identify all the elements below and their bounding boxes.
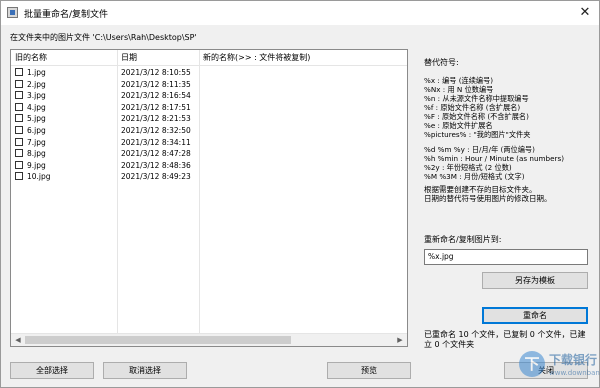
table-row[interactable]: 2.jpg 2021/3/12 8:11:35	[11, 79, 407, 91]
date-replacement-line: %d %m %y : 日/月/年 (两位编号)	[424, 145, 535, 154]
watermark-url: www.downbank.cn	[549, 369, 600, 377]
file-date: 2021/3/12 8:16:54	[121, 91, 191, 101]
file-date: 2021/3/12 8:17:51	[121, 102, 191, 112]
rename-pattern-input[interactable]: %x.jpg	[424, 249, 588, 265]
scrollbar-thumb[interactable]	[25, 336, 291, 344]
date-replacement-line: %h %min : Hour / Minute (as numbers)	[424, 154, 565, 163]
file-name: 10.jpg	[27, 172, 51, 182]
horizontal-scrollbar[interactable]: ◀ ▶	[11, 333, 407, 346]
file-date: 2021/3/12 8:48:36	[121, 160, 191, 170]
file-name: 7.jpg	[27, 137, 46, 147]
file-name: 5.jpg	[27, 114, 46, 124]
row-checkbox[interactable]	[15, 114, 23, 123]
column-header-new-name[interactable]: 新的名称(>> : 文件将被复制)	[203, 50, 403, 65]
replacement-symbols-title: 替代符号:	[424, 58, 459, 67]
table-row[interactable]: 3.jpg 2021/3/12 8:16:54	[11, 90, 407, 102]
replacement-line: %F : 原始文件名称 (不含扩展名)	[424, 112, 529, 121]
date-replacement-line: %2y : 年份短格式 (2 位数)	[424, 163, 512, 172]
row-checkbox[interactable]	[15, 172, 23, 181]
file-name: 9.jpg	[27, 160, 46, 170]
file-date: 2021/3/12 8:10:55	[121, 68, 191, 77]
scroll-right-icon[interactable]: ▶	[394, 334, 406, 346]
file-name: 1.jpg	[27, 68, 46, 77]
rename-button[interactable]: 重命名	[482, 307, 588, 324]
replacement-line: %n : 从未源文件名称中提取编号	[424, 94, 529, 103]
window-title: 批量重命名/复制文件	[24, 10, 109, 20]
replacement-line: %Nx : 用 N 位数编号	[424, 85, 494, 94]
watermark: 下 下载银行 www.downbank.cn	[519, 349, 600, 383]
table-row[interactable]: 6.jpg 2021/3/12 8:32:50	[11, 125, 407, 137]
row-checkbox[interactable]	[15, 160, 23, 169]
save-template-button[interactable]: 另存为模板	[482, 272, 588, 289]
replacement-line: %f : 原始文件名称 (含扩展名)	[424, 103, 521, 112]
file-date: 2021/3/12 8:49:23	[121, 172, 191, 182]
table-row[interactable]: 7.jpg 2021/3/12 8:34:11	[11, 137, 407, 149]
info-line: 根据需要创建不存的目标文件夹。	[424, 185, 537, 194]
status-text: 已重命名 10 个文件，已复制 0 个文件，已建立 0 个文件夹	[424, 330, 586, 349]
deselect-all-button[interactable]: 取消选择	[103, 362, 187, 379]
table-row[interactable]: 1.jpg 2021/3/12 8:10:55	[11, 67, 407, 79]
column-header-date[interactable]: 日期	[121, 50, 201, 65]
replacement-line: %x : 编号 (连续编号)	[424, 76, 494, 85]
row-checkbox[interactable]	[15, 102, 23, 111]
scroll-left-icon[interactable]: ◀	[12, 334, 24, 346]
row-checkbox[interactable]	[15, 91, 23, 100]
replacement-line: %pictures% : "我的图片"文件夹	[424, 130, 531, 139]
file-name: 2.jpg	[27, 79, 46, 89]
file-name: 4.jpg	[27, 102, 46, 112]
date-replacement-line: %M %3M : 月份/短格式 (文字)	[424, 172, 525, 181]
file-name: 8.jpg	[27, 149, 46, 159]
app-icon	[7, 7, 18, 18]
preview-button[interactable]: 预览	[327, 362, 411, 379]
close-window-button[interactable]: ✕	[575, 4, 595, 22]
file-date: 2021/3/12 8:32:50	[121, 125, 191, 135]
title-bar: 批量重命名/复制文件 ✕	[1, 1, 599, 25]
watermark-logo-icon: 下	[519, 351, 545, 377]
replacement-line: %e : 原始文件扩展名	[424, 121, 493, 130]
row-checkbox[interactable]	[15, 125, 23, 134]
app-window: 批量重命名/复制文件 ✕ 在文件夹中的图片文件 'C:\Users\Rah\De…	[0, 0, 600, 388]
file-list[interactable]: 旧的名称 日期 新的名称(>> : 文件将被复制) 1.jpg 2021/3/12…	[10, 49, 408, 347]
folder-path-label: 在文件夹中的图片文件 'C:\Users\Rah\Desktop\SP'	[10, 33, 197, 42]
row-checkbox[interactable]	[15, 79, 23, 88]
info-line: 日期的替代符号使用图片的修改日期。	[424, 194, 552, 203]
watermark-text: 下载银行	[549, 353, 598, 367]
file-date: 2021/3/12 8:47:28	[121, 149, 191, 159]
table-row[interactable]: 4.jpg 2021/3/12 8:17:51	[11, 102, 407, 114]
column-header-old-name[interactable]: 旧的名称	[15, 50, 115, 65]
list-header: 旧的名称 日期 新的名称(>> : 文件将被复制)	[11, 50, 407, 66]
file-date: 2021/3/12 8:21:53	[121, 114, 191, 124]
select-all-button[interactable]: 全部选择	[10, 362, 94, 379]
table-row[interactable]: 10.jpg 2021/3/12 8:49:23	[11, 171, 407, 183]
table-row[interactable]: 8.jpg 2021/3/12 8:47:28	[11, 148, 407, 160]
file-name: 6.jpg	[27, 125, 46, 135]
file-date: 2021/3/12 8:11:35	[121, 79, 191, 89]
row-checkbox[interactable]	[15, 149, 23, 158]
row-checkbox[interactable]	[15, 137, 23, 146]
table-row[interactable]: 9.jpg 2021/3/12 8:48:36	[11, 160, 407, 172]
file-name: 3.jpg	[27, 91, 46, 101]
file-rows: 1.jpg 2021/3/12 8:10:55 2.jpg 2021/3/12 8:…	[11, 67, 407, 183]
table-row[interactable]: 5.jpg 2021/3/12 8:21:53	[11, 113, 407, 125]
rename-target-label: 重新命名/复制图片到:	[424, 235, 502, 244]
file-date: 2021/3/12 8:34:11	[121, 137, 191, 147]
row-checkbox[interactable]	[15, 68, 23, 76]
